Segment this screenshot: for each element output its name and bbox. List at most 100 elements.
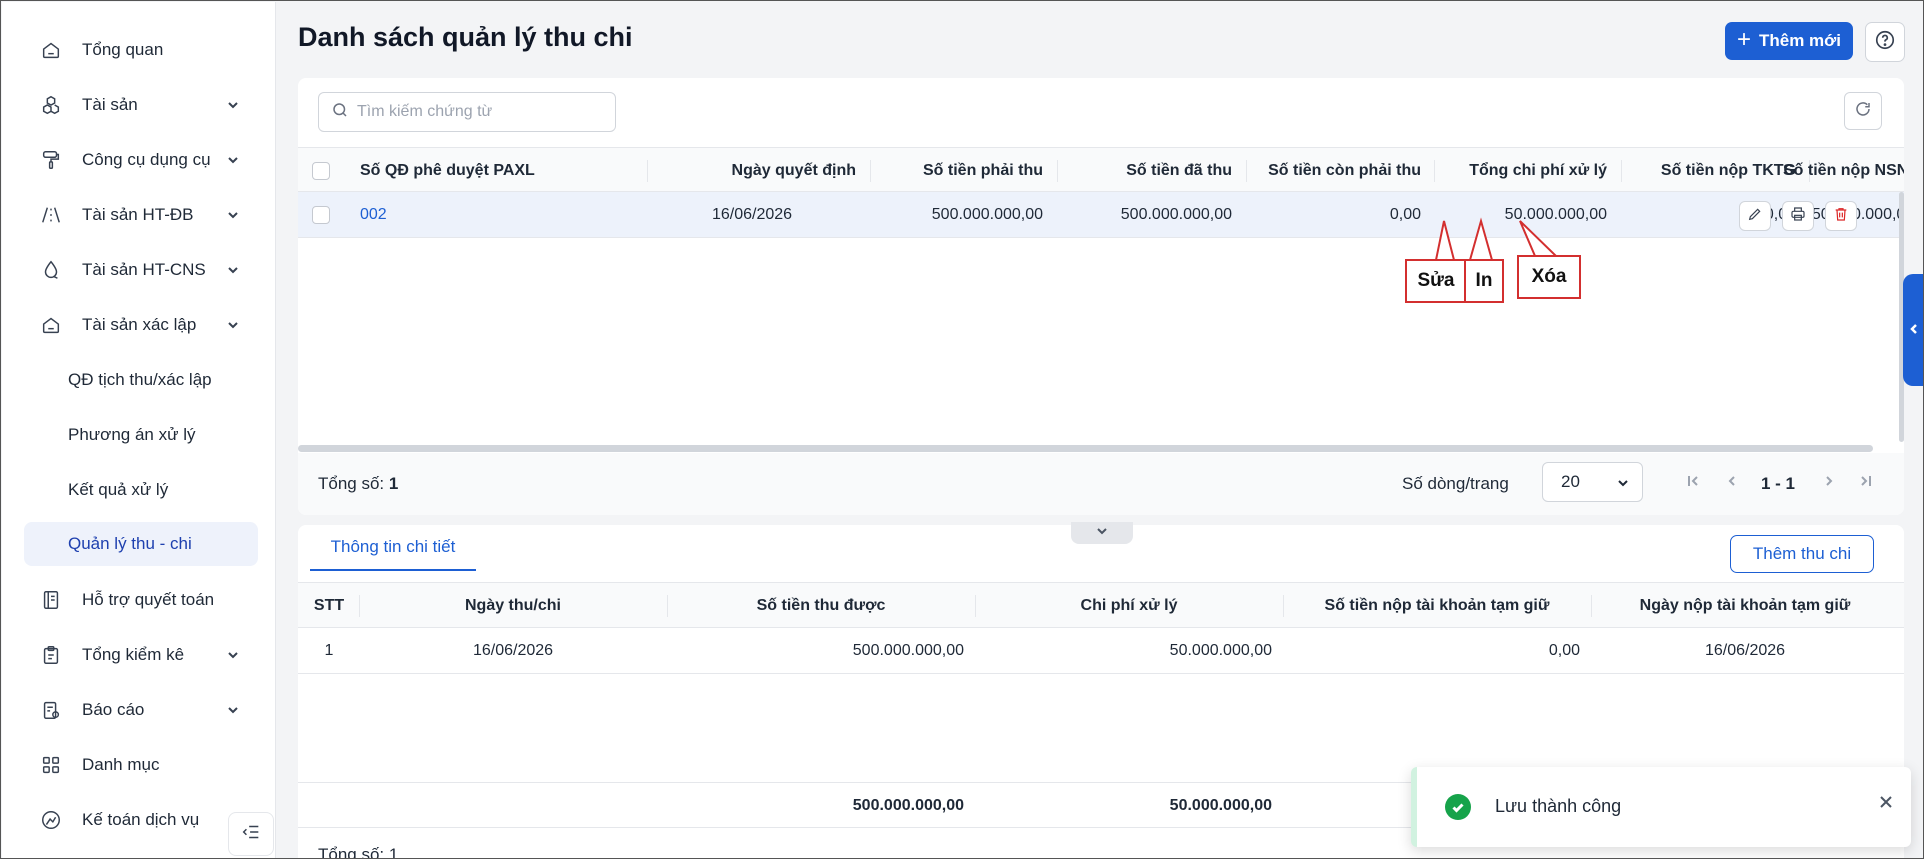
print-callout: In	[1464, 259, 1504, 303]
col-header: Ngày thu/chi	[464, 596, 561, 614]
sidebar-item-danh-muc[interactable]: Danh mục	[24, 743, 258, 787]
col-header: Số tiền nộp TKTG	[1660, 161, 1796, 179]
sidebar-item-cong-cu[interactable]: Công cụ dụng cụ	[24, 138, 258, 182]
chevron-down-icon	[226, 207, 240, 221]
row-amount-remaining: 0,00	[1389, 206, 1421, 223]
row-checkbox[interactable]	[312, 192, 330, 238]
clipboard-icon	[38, 642, 64, 668]
printer-icon	[1790, 206, 1806, 227]
prev-page-button[interactable]	[1721, 471, 1743, 495]
rows-per-page-select[interactable]: 20	[1542, 462, 1643, 502]
chevron-down-icon	[226, 702, 240, 716]
book-icon	[38, 587, 64, 613]
add-new-button[interactable]: + Thêm mới	[1725, 22, 1853, 60]
sidebar: Tổng quan Tài sản Công cụ dụng cụ Tài sả…	[2, 2, 276, 858]
row-processing-cost: 50.000.000,00	[1504, 206, 1607, 223]
total-count: Tổng số: 1	[318, 474, 399, 493]
sidebar-item-phuong-an[interactable]: Phương án xử lý	[24, 413, 258, 457]
search-input[interactable]	[357, 103, 607, 121]
cubes-icon	[38, 92, 64, 118]
sidebar-item-ket-qua[interactable]: Kết quả xử lý	[24, 468, 258, 512]
chevron-down-icon	[226, 97, 240, 111]
sidebar-item-tai-san[interactable]: Tài sản	[24, 83, 258, 127]
refresh-icon	[1854, 100, 1872, 123]
col-header: Ngày quyết định	[731, 161, 856, 179]
sidebar-item-quan-ly-thu-chi[interactable]: Quản lý thu - chi	[24, 522, 258, 566]
pencil-icon	[1747, 206, 1763, 227]
search-icon	[331, 101, 357, 124]
toast-message: Lưu thành công	[1495, 796, 1622, 816]
plus-icon: +	[1736, 26, 1751, 53]
sidebar-item-label: Danh mục	[82, 755, 160, 774]
sidebar-item-label: Báo cáo	[82, 700, 145, 719]
chart-circle-icon	[38, 807, 64, 833]
search-box[interactable]	[318, 92, 616, 132]
sidebar-item-label: Kế toán dịch vụ	[82, 810, 200, 829]
col-header: STT	[313, 596, 345, 614]
detail-table-header: STT Ngày thu/chi Số tiền thu được Chi ph…	[298, 582, 1904, 628]
panel-toggle-button[interactable]	[1071, 522, 1133, 544]
edit-callout: Sửa	[1405, 259, 1467, 303]
first-page-button[interactable]	[1682, 471, 1704, 495]
sidebar-item-tong-quan[interactable]: Tổng quan	[24, 28, 258, 72]
col-header: Số tiền nộp tài khoản tạm giữ	[1324, 596, 1550, 614]
first-page-icon	[1686, 474, 1700, 493]
side-drawer-toggle[interactable]	[1903, 274, 1923, 386]
last-page-button[interactable]	[1855, 471, 1877, 495]
sidebar-item-qd-tich-thu[interactable]: QĐ tịch thu/xác lập	[24, 358, 258, 402]
chevron-down-icon	[226, 317, 240, 331]
collapse-sidebar-button[interactable]	[228, 812, 274, 856]
col-header: Số tiền đã thu	[1126, 161, 1232, 179]
sum-processing-cost: 50.000.000,00	[1169, 797, 1272, 814]
delete-button[interactable]	[1825, 201, 1857, 231]
horizontal-scrollbar[interactable]	[298, 445, 1873, 452]
row-decision-date: 16/06/2026	[711, 206, 793, 223]
sidebar-item-ke-toan-dich-vu[interactable]: Kế toán dịch vụ	[24, 798, 258, 842]
row-decision-number-link[interactable]: 002	[360, 192, 387, 238]
records-panel: Số QĐ phê duyệt PAXL Ngày quyết định Số …	[298, 78, 1904, 515]
water-drop-icon	[38, 257, 64, 283]
select-all-checkbox[interactable]	[312, 148, 330, 193]
table-header: Số QĐ phê duyệt PAXL Ngày quyết định Số …	[298, 147, 1904, 192]
sidebar-item-tai-san-ht-cns[interactable]: Tài sản HT-CNS	[24, 248, 258, 292]
row-holding-account-amount: 0,00	[1548, 642, 1580, 659]
road-icon	[38, 202, 64, 228]
paint-roller-icon	[38, 147, 64, 173]
grid-icon	[38, 752, 64, 778]
add-new-label: Thêm mới	[1759, 31, 1841, 50]
sidebar-item-tai-san-xac-lap[interactable]: Tài sản xác lập	[24, 303, 258, 347]
home-icon	[38, 312, 64, 338]
delete-callout: Xóa	[1517, 255, 1581, 299]
chevron-down-icon	[226, 262, 240, 276]
sidebar-item-bao-cao[interactable]: Báo cáo	[24, 688, 258, 732]
collapse-left-icon	[240, 821, 262, 848]
sidebar-item-tai-san-ht-db[interactable]: Tài sản HT-ĐB	[24, 193, 258, 237]
sidebar-item-ho-tro-quyet-toan[interactable]: Hỗ trợ quyết toán	[24, 578, 258, 622]
app-window: Tổng quan Tài sản Công cụ dụng cụ Tài sả…	[0, 0, 1924, 859]
edit-button[interactable]	[1739, 201, 1771, 231]
chevron-right-icon	[1822, 474, 1836, 493]
row-holding-account-date: 16/06/2026	[1704, 642, 1786, 659]
sidebar-item-label: Kết quả xử lý	[68, 480, 169, 499]
table-row[interactable]: 002 16/06/2026 500.000.000,00 500.000.00…	[298, 192, 1904, 238]
row-date: 16/06/2026	[472, 642, 554, 659]
refresh-button[interactable]	[1844, 92, 1882, 130]
page-title: Danh sách quản lý thu chi	[298, 22, 633, 52]
print-button[interactable]	[1782, 201, 1814, 231]
col-header: Số tiền phải thu	[923, 161, 1043, 179]
sidebar-item-label: Tài sản HT-ĐB	[82, 205, 194, 224]
chevron-down-icon	[1095, 524, 1109, 543]
add-income-expense-button[interactable]: Thêm thu chi	[1730, 535, 1874, 573]
help-button[interactable]	[1865, 22, 1905, 62]
home-icon	[38, 37, 64, 63]
trash-icon	[1833, 206, 1849, 227]
tab-detail-info[interactable]: Thông tin chi tiết	[310, 525, 476, 571]
row-amount-collected: 500.000.000,00	[852, 642, 964, 659]
pagination-bar: Tổng số: 1 Số dòng/trang 20 1 - 1	[298, 453, 1904, 515]
next-page-button[interactable]	[1818, 471, 1840, 495]
close-toast-button[interactable]	[1877, 793, 1897, 813]
chevron-down-icon	[226, 647, 240, 661]
sidebar-item-tong-kiem-ke[interactable]: Tổng kiểm kê	[24, 633, 258, 677]
col-header: Số tiền còn phải thu	[1268, 161, 1421, 179]
sidebar-item-label: Hỗ trợ quyết toán	[82, 590, 215, 609]
